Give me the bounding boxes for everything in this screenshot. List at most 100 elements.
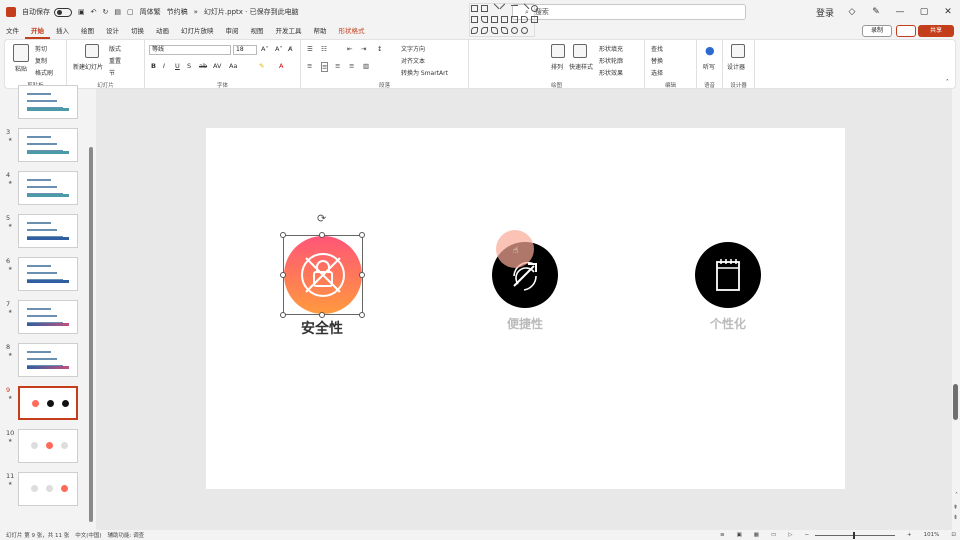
resize-handle-n[interactable] xyxy=(319,232,325,238)
shape-rect-icon[interactable] xyxy=(481,5,488,12)
zoom-slider[interactable] xyxy=(815,531,896,539)
zoom-in-icon[interactable]: + xyxy=(907,532,912,538)
shape-fill-button[interactable]: 形状填充 xyxy=(599,44,623,53)
align-text-button[interactable]: 对齐文本 xyxy=(401,56,425,65)
tab-6[interactable]: 动画 xyxy=(150,24,175,39)
arrange-icon[interactable] xyxy=(551,44,565,58)
align-right-icon[interactable]: ≡ xyxy=(335,62,340,70)
pen-icon[interactable]: ✎ xyxy=(864,7,888,17)
underline-icon[interactable]: U xyxy=(175,62,180,70)
collapse-ribbon-icon[interactable]: ˄ xyxy=(946,78,949,86)
resize-handle-ne[interactable] xyxy=(359,232,365,238)
numbering-icon[interactable]: ☷ xyxy=(321,45,327,53)
tab-4[interactable]: 设计 xyxy=(100,24,125,39)
arrange-button[interactable]: 排列 xyxy=(551,62,563,71)
slide-thumbnail[interactable] xyxy=(18,300,78,334)
shape-line-icon[interactable] xyxy=(499,3,510,14)
resize-handle-w[interactable] xyxy=(280,272,286,278)
slide-sorter-icon[interactable]: ▦ xyxy=(754,532,759,538)
justify-icon[interactable]: ≡ xyxy=(349,62,354,70)
shape-rect-icon[interactable] xyxy=(471,5,478,12)
shape-outline-button[interactable]: 形状轮廓 xyxy=(599,56,623,65)
save-icon[interactable]: ▣ xyxy=(78,8,85,16)
slide-thumbnail[interactable] xyxy=(18,214,78,248)
slide-thumbnail[interactable] xyxy=(18,429,78,463)
shape-line-icon[interactable] xyxy=(511,5,518,12)
feature-circle-security[interactable] xyxy=(284,236,362,314)
shape-rect-icon[interactable] xyxy=(471,16,478,23)
quick-access-icon-2[interactable]: ▢ xyxy=(127,8,134,16)
shape-arrow-icon[interactable] xyxy=(521,16,528,23)
microphone-icon[interactable]: ● xyxy=(705,44,715,57)
scroll-up-icon[interactable]: ˄ xyxy=(955,492,958,499)
cut-button[interactable]: 剪切 xyxy=(35,44,47,53)
shape-rect-icon[interactable] xyxy=(501,16,508,23)
tab-8[interactable]: 审阅 xyxy=(220,24,245,39)
select-button[interactable]: 选择 xyxy=(651,68,663,77)
bold-icon[interactable]: B xyxy=(151,62,156,70)
mode2-label[interactable]: 节约稿 xyxy=(167,7,188,17)
tab-7[interactable]: 幻灯片放映 xyxy=(175,24,220,39)
slide-thumbnail[interactable] xyxy=(18,128,78,162)
normal-view-icon[interactable]: ▣ xyxy=(737,532,742,538)
designer-icon[interactable] xyxy=(731,44,745,58)
font-size-select[interactable]: 18 xyxy=(233,45,257,55)
shrink-font-icon[interactable]: A˅ xyxy=(275,45,283,53)
slide-thumbnail[interactable] xyxy=(18,171,78,205)
strikethrough-icon[interactable]: ab xyxy=(199,62,207,70)
page-up-icon[interactable]: ⇞ xyxy=(953,504,958,511)
quick-access-icon[interactable]: ▤ xyxy=(114,8,121,16)
paste-button[interactable]: 粘贴 xyxy=(15,64,27,73)
shadow-icon[interactable]: S xyxy=(187,62,191,70)
shape-more-icon[interactable] xyxy=(531,27,538,34)
slide[interactable]: ⟳ 安全性 ☝ 便捷性 个性化 xyxy=(206,128,845,489)
section-button[interactable]: 节 xyxy=(109,68,115,77)
slide-thumbnail[interactable] xyxy=(18,257,78,291)
fit-slide-icon[interactable]: ⊡ xyxy=(951,532,956,538)
close-icon[interactable]: ✕ xyxy=(936,7,960,17)
shape-brace-icon[interactable] xyxy=(511,27,518,34)
tab-3[interactable]: 绘图 xyxy=(75,24,100,39)
shape-rect-icon[interactable] xyxy=(511,16,518,23)
shapes-gallery[interactable] xyxy=(469,3,538,37)
shape-rect-icon[interactable] xyxy=(491,16,498,23)
slide-thumbnail[interactable] xyxy=(18,472,78,506)
quick-styles-icon[interactable] xyxy=(573,44,587,58)
tab-11[interactable]: 帮助 xyxy=(308,24,333,39)
accessibility-status[interactable]: 辅助功能: 调查 xyxy=(108,531,145,539)
tab-9[interactable]: 视图 xyxy=(245,24,270,39)
file-title[interactable]: 幻灯片.pptx · 已保存到此电脑 xyxy=(204,7,299,17)
slideshow-icon[interactable]: ▷ xyxy=(788,532,792,538)
resize-handle-nw[interactable] xyxy=(280,232,286,238)
shape-curve-icon[interactable] xyxy=(501,27,508,34)
premium-icon[interactable]: ◇ xyxy=(840,7,864,17)
shape-curve-icon[interactable] xyxy=(471,27,478,34)
zoom-level[interactable]: 101% xyxy=(924,532,940,538)
shape-effects-button[interactable]: 形状效果 xyxy=(599,68,623,77)
layout-button[interactable]: 版式 xyxy=(109,44,121,53)
notes-icon[interactable]: ≡ xyxy=(720,532,725,538)
undo-icon[interactable]: ↶ xyxy=(91,8,97,16)
present-button[interactable] xyxy=(896,25,916,37)
page-down-icon[interactable]: ⇟ xyxy=(953,514,958,521)
shape-curve-icon[interactable] xyxy=(481,27,488,34)
slide-thumbnail[interactable] xyxy=(18,343,78,377)
font-name-select[interactable]: 等线 xyxy=(149,45,231,55)
align-left-icon[interactable]: ≡ xyxy=(307,62,312,70)
shape-brace-icon[interactable] xyxy=(521,27,528,34)
line-spacing-icon[interactable]: ↕ xyxy=(377,45,382,53)
reading-view-icon[interactable]: ▭ xyxy=(771,532,776,538)
columns-icon[interactable]: ▥ xyxy=(363,62,369,70)
shape-rect-icon[interactable] xyxy=(531,16,538,23)
feature-circle-personalization[interactable] xyxy=(695,242,761,308)
shape-curve-icon[interactable] xyxy=(491,27,498,34)
paste-icon[interactable] xyxy=(13,44,29,62)
rotate-handle-icon[interactable]: ⟳ xyxy=(317,212,326,225)
replace-button[interactable]: 替换 xyxy=(651,56,663,65)
canvas-scrollbar[interactable] xyxy=(953,384,958,420)
text-direction-button[interactable]: 文字方向 xyxy=(401,44,425,53)
search-input[interactable]: ⌕ 搜索 xyxy=(512,4,746,20)
align-center-icon[interactable]: ≡ xyxy=(321,62,329,72)
designer-button[interactable]: 设计器 xyxy=(727,62,745,71)
tab-1[interactable]: 开始 xyxy=(25,24,50,39)
